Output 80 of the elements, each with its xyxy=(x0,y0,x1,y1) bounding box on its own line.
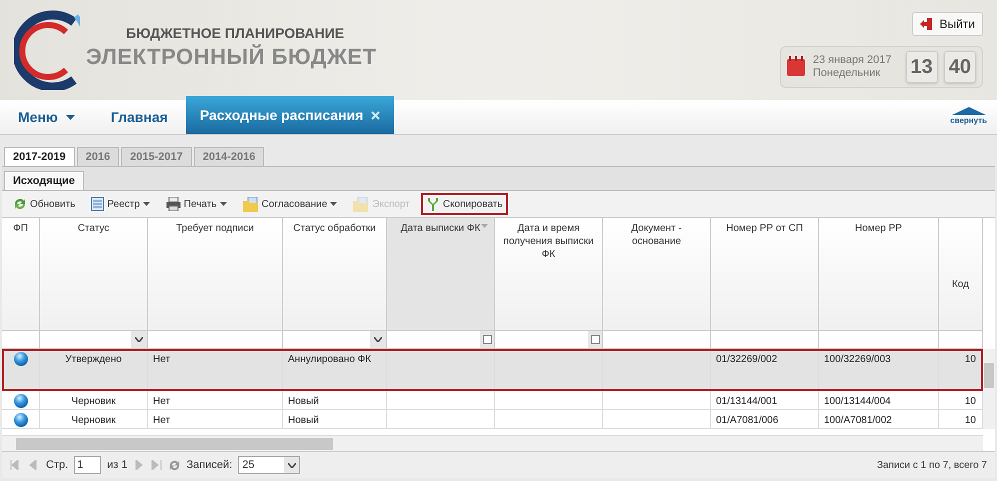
calendar-icon xyxy=(786,56,807,78)
table-cell: 01/32269/002 xyxy=(716,354,778,365)
page-size-label: Записей: xyxy=(186,458,232,473)
table-cell: 100/32269/003 xyxy=(824,354,891,365)
close-icon xyxy=(371,110,380,120)
table-cell: 01/А7081/006 xyxy=(716,415,778,426)
table-cell: 100/13144/004 xyxy=(824,396,891,407)
page-field[interactable]: 1 xyxy=(74,456,102,474)
horizontal-scrollbar[interactable] xyxy=(2,436,983,451)
refresh-icon xyxy=(13,197,27,211)
table-cell: Нет xyxy=(153,354,170,365)
table-cell: 10 xyxy=(964,396,976,407)
table-cell: Новый xyxy=(288,415,319,426)
refresh-icon[interactable] xyxy=(168,458,181,472)
toolbar-button[interactable]: Печать xyxy=(160,193,232,215)
column-header[interactable]: Статус обработки xyxy=(283,218,387,331)
chevron-down-icon xyxy=(288,462,296,468)
records-summary: Записи с 1 по 7, всего 7 xyxy=(876,458,987,472)
app-title: ЭЛЕКТРОННЫЙ БЮДЖЕТ xyxy=(86,44,377,70)
table-cell: Утверждено xyxy=(65,354,122,365)
column-header[interactable]: Документ - основание xyxy=(603,218,711,331)
calendar-icon xyxy=(590,335,600,344)
table-cell: Черновик xyxy=(71,396,116,407)
table-row[interactable]: Черновик Нет Новый 01/А7081/006 100/А7081/002 10 xyxy=(2,410,983,429)
table-cell: Новый xyxy=(288,396,319,407)
table-row[interactable]: Утверждено Нет Аннулировано ФК 01/32269/002 100/32269/003 10 xyxy=(2,349,983,391)
toolbar-button[interactable]: Реестр xyxy=(86,193,155,215)
column-header[interactable]: Статус xyxy=(40,218,148,331)
nav-tab[interactable]: Меню xyxy=(0,100,93,134)
nav-tab[interactable]: Расходные расписания xyxy=(186,96,394,134)
chevron-down-icon xyxy=(374,337,382,342)
caret-icon xyxy=(481,224,488,228)
triangle-up-icon xyxy=(952,107,986,115)
status-sphere-icon xyxy=(14,413,28,427)
exit-icon xyxy=(920,18,934,30)
vertical-scrollbar[interactable] xyxy=(983,349,995,429)
date-text: 23 января 2017 xyxy=(812,54,892,67)
calendar-icon xyxy=(482,335,492,344)
column-header[interactable]: Номер РР от СП xyxy=(711,218,819,331)
minutes-display: 40 xyxy=(944,51,976,83)
printer-icon xyxy=(166,197,181,211)
table-row[interactable]: Черновик Нет Новый 01/13144/001 100/13144/004 10 xyxy=(2,391,983,410)
hours-display: 13 xyxy=(906,51,938,83)
caret-icon xyxy=(66,114,75,120)
logo-icon xyxy=(14,10,80,90)
table-cell: 100/А7081/002 xyxy=(824,415,892,426)
section-tab[interactable]: Исходящие xyxy=(4,171,84,190)
fork-icon xyxy=(426,197,440,211)
chevron-down-icon xyxy=(135,337,143,342)
column-header[interactable]: Дата выписки ФК xyxy=(387,218,495,331)
table-cell: 10 xyxy=(964,415,976,426)
folder-icon xyxy=(242,196,259,212)
column-header[interactable]: Требует подписи xyxy=(148,218,283,331)
toolbar-button[interactable]: Согласование xyxy=(238,193,342,215)
page-size-dropdown[interactable]: 25 xyxy=(238,456,300,474)
year-tab[interactable]: 2017-2019 xyxy=(4,147,75,166)
toolbar-button[interactable]: Скопировать xyxy=(420,193,508,215)
status-sphere-icon xyxy=(14,352,28,366)
toolbar-button[interactable]: Обновить xyxy=(8,193,80,215)
app-subtitle: БЮДЖЕТНОЕ ПЛАНИРОВАНИЕ xyxy=(126,24,346,43)
page-count: из 1 xyxy=(107,458,128,473)
column-header[interactable]: ФП xyxy=(2,218,40,331)
collapse-button[interactable]: свернуть xyxy=(950,100,987,134)
folder-icon xyxy=(353,196,370,212)
status-sphere-icon xyxy=(14,394,28,408)
column-header[interactable]: Номер РР xyxy=(819,218,939,331)
table-cell: Нет xyxy=(153,415,170,426)
table-cell: Аннулировано ФК xyxy=(288,354,372,365)
column-header[interactable]: Код xyxy=(939,218,983,331)
page-label: Стр. xyxy=(46,458,68,473)
pager-navigation-icon xyxy=(134,460,162,470)
logout-button[interactable]: Выйти xyxy=(912,12,983,36)
table-cell: Нет xyxy=(153,396,170,407)
nav-tab[interactable]: Главная xyxy=(92,100,186,134)
table-icon xyxy=(91,197,104,211)
table-cell: 01/13144/001 xyxy=(716,396,778,407)
column-header[interactable]: Дата и время получения выписки ФК xyxy=(495,218,603,331)
table-cell: Черновик xyxy=(71,415,116,426)
weekday-text: Понедельник xyxy=(812,67,882,80)
table-cell: 10 xyxy=(964,354,976,365)
